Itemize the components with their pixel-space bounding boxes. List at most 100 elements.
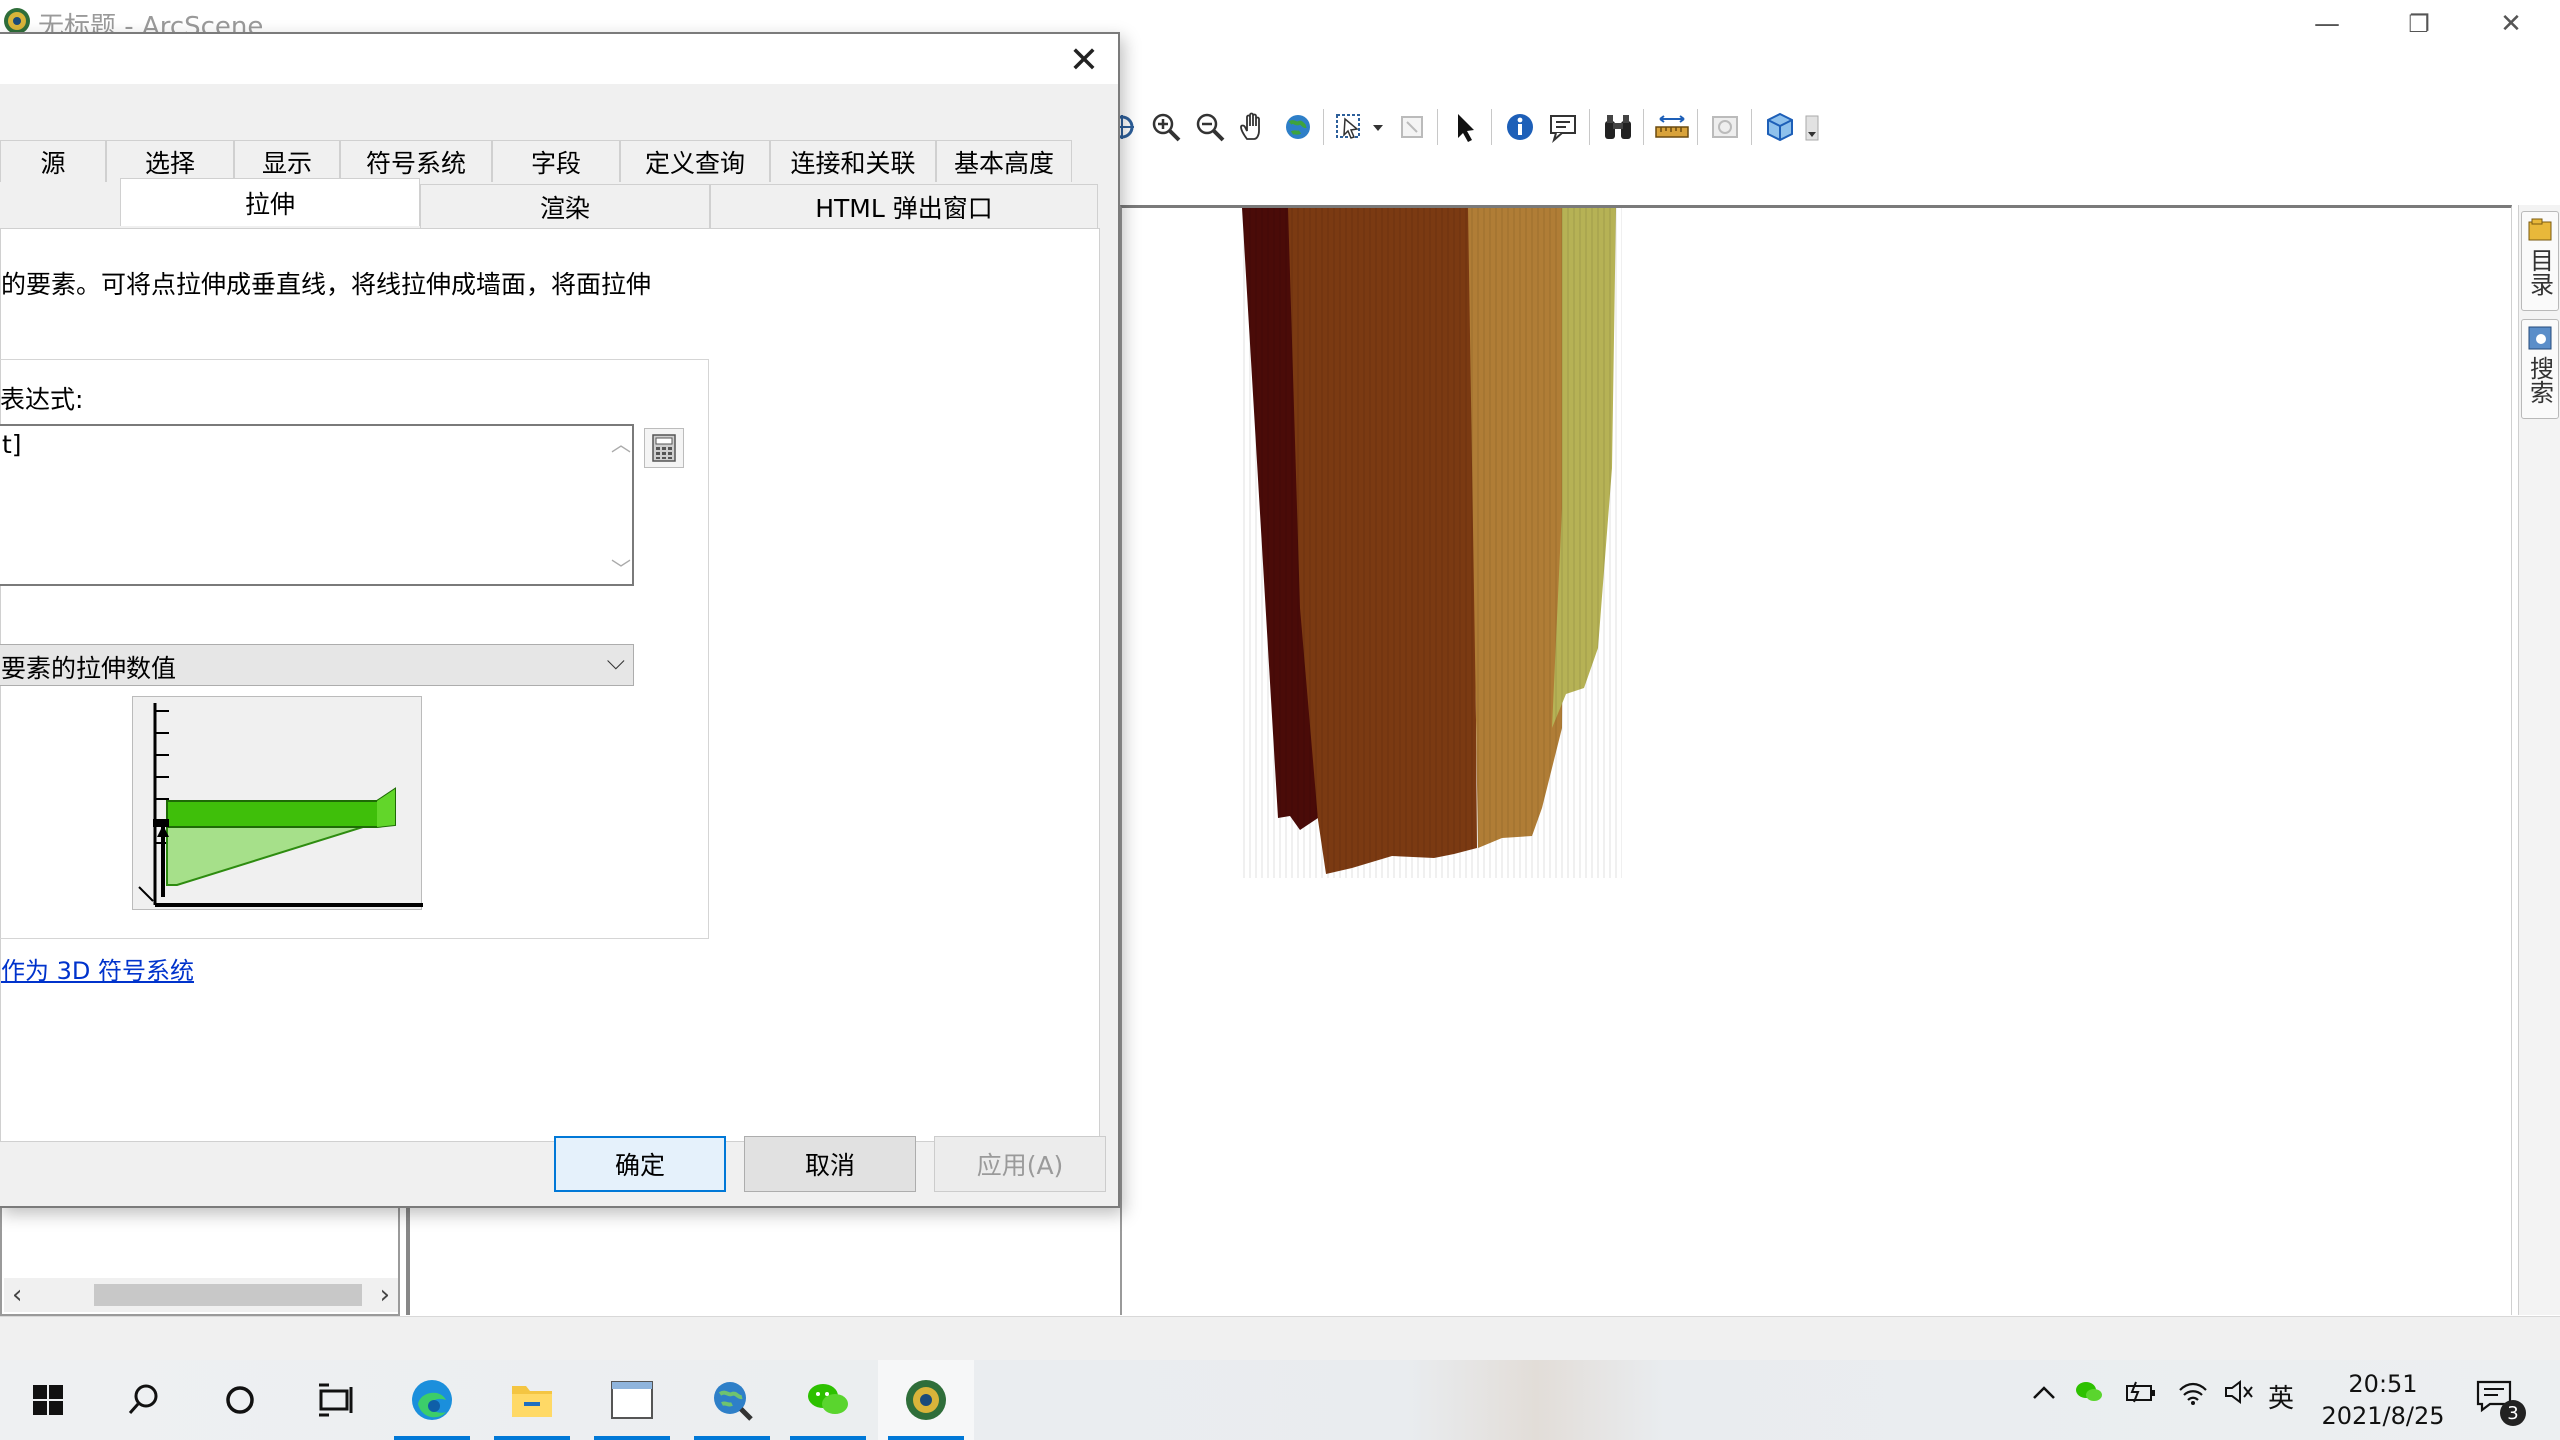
tab-primary-label: 选择: [144, 148, 195, 178]
3d-view-cube-icon[interactable]: [1758, 105, 1802, 149]
action-center-button[interactable]: 3: [2474, 1378, 2526, 1426]
tab-extrusion[interactable]: 拉伸: [120, 178, 420, 226]
scroll-up-icon[interactable]: ︿: [611, 428, 631, 457]
tab-primary-label: 符号系统: [365, 148, 466, 178]
scroll-left-icon[interactable]: ‹: [12, 1280, 22, 1310]
scene-splitter[interactable]: [406, 1205, 410, 1315]
running-indicator: [394, 1436, 470, 1440]
taskbar-window-app[interactable]: [584, 1360, 680, 1440]
dialog-titlebar[interactable]: ✕: [0, 34, 1118, 84]
tab-primary-0[interactable]: 源: [0, 140, 106, 182]
search-dock-tab[interactable]: 搜索: [2521, 319, 2559, 419]
minimize-button[interactable]: —: [2292, 4, 2362, 44]
taskbar-clock[interactable]: 20:51 2021/8/25: [2318, 1368, 2448, 1432]
scroll-thumb[interactable]: [94, 1284, 362, 1306]
chevron-down-icon: ⌵: [606, 647, 625, 675]
tab-primary-7[interactable]: 基本高度: [936, 140, 1072, 182]
tab-html-popup[interactable]: HTML 弹出窗口: [710, 184, 1098, 230]
tab-primary-label: 定义查询: [644, 148, 745, 178]
cancel-button[interactable]: 取消: [744, 1136, 916, 1192]
apply-extrusion-select[interactable]: 要素的拉伸数值 ⌵: [0, 644, 634, 686]
main-toolbar: [1100, 102, 1822, 152]
clear-selection-icon[interactable]: [1390, 105, 1434, 149]
ime-language-indicator[interactable]: 英: [2268, 1378, 2294, 1415]
select-elements-arrow-icon[interactable]: [1444, 105, 1488, 149]
battery-icon[interactable]: [2124, 1378, 2158, 1413]
tab-primary-6[interactable]: 连接和关联: [770, 140, 936, 182]
task-view-button[interactable]: [288, 1360, 384, 1440]
tab-rendering[interactable]: 渲染: [420, 184, 710, 230]
toc-horizontal-scrollbar[interactable]: ‹ ›: [4, 1278, 398, 1312]
tab-primary-2[interactable]: 显示: [234, 140, 340, 182]
expression-text: t]: [2, 430, 22, 459]
cortana-button[interactable]: [192, 1360, 288, 1440]
zoom-in-icon[interactable]: [1144, 105, 1188, 149]
toolbar-separator: [1437, 109, 1441, 145]
toolbar-overflow-icon[interactable]: [1802, 105, 1822, 149]
pan-hand-icon[interactable]: [1232, 105, 1276, 149]
catalog-dock-tab[interactable]: 目录: [2521, 211, 2559, 311]
scroll-right-icon[interactable]: ›: [380, 1280, 390, 1310]
3d-symbology-link[interactable]: 作为 3D 符号系统: [1, 951, 194, 986]
close-window-button[interactable]: ✕: [2476, 4, 2546, 44]
expression-textbox[interactable]: t] ︿ ﹀: [0, 424, 634, 586]
tray-overflow-chevron-icon[interactable]: [2030, 1378, 2058, 1413]
extrusion-tab-content: 的要素。可将点拉伸成垂直线，将线拉伸成墙面，将面拉伸 表达式: t] ︿ ﹀ 要…: [0, 228, 1100, 1142]
tray-wechat-icon[interactable]: [2074, 1378, 2104, 1413]
select-features-icon[interactable]: [1330, 105, 1390, 149]
tab-primary-5[interactable]: 定义查询: [620, 140, 770, 182]
taskbar-arccatalog[interactable]: [684, 1360, 780, 1440]
expression-scrollbar[interactable]: ︿ ﹀: [608, 426, 632, 584]
start-button[interactable]: [0, 1360, 96, 1440]
edge-browser-icon: [412, 1380, 452, 1420]
table-of-contents-panel[interactable]: ‹ ›: [0, 1200, 400, 1316]
tab-primary-label: 连接和关联: [790, 148, 916, 178]
find-binoculars-icon[interactable]: [1596, 105, 1640, 149]
search-icon: [2528, 326, 2552, 350]
identify-info-icon[interactable]: [1498, 105, 1542, 149]
expression-builder-button[interactable]: [644, 428, 684, 468]
extrusion-preview-image: [132, 696, 423, 910]
taskbar-search-button[interactable]: [96, 1360, 192, 1440]
dialog-close-button[interactable]: ✕: [1064, 40, 1104, 81]
notification-count-badge: 3: [2500, 1400, 2526, 1426]
running-indicator: [494, 1436, 570, 1440]
extrusion-description: 的要素。可将点拉伸成垂直线，将线拉伸成墙面，将面拉伸: [1, 270, 652, 299]
extrusion-group-box: 表达式: t] ︿ ﹀ 要素的拉伸数值 ⌵: [0, 359, 709, 939]
globe-search-icon: [714, 1382, 753, 1421]
restore-button[interactable]: ❐: [2384, 4, 2454, 44]
tab-primary-3[interactable]: 符号系统: [340, 140, 492, 182]
taskbar: 英 20:51 2021/8/25 3: [0, 1360, 2560, 1440]
tab-primary-1[interactable]: 选择: [106, 140, 234, 182]
taskbar-file-explorer[interactable]: [484, 1360, 580, 1440]
scroll-down-icon[interactable]: ﹀: [611, 553, 631, 582]
toolbar-separator: [1323, 109, 1327, 145]
animation-disabled-icon[interactable]: [1704, 105, 1748, 149]
toolbar-separator: [1643, 109, 1647, 145]
measure-ruler-icon[interactable]: [1650, 105, 1694, 149]
search-dock-label: 搜索: [2525, 356, 2554, 404]
full-extent-globe-icon[interactable]: [1276, 105, 1320, 149]
html-popup-icon[interactable]: [1542, 105, 1586, 149]
apply-extrusion-value: 要素的拉伸数值: [1, 654, 177, 683]
taskbar-arcscene[interactable]: [878, 1360, 974, 1440]
tab-primary-label: 显示: [261, 148, 312, 178]
wifi-icon[interactable]: [2176, 1378, 2210, 1413]
arcscene-app-icon: [906, 1380, 946, 1420]
apply-button[interactable]: 应用(A): [934, 1136, 1106, 1192]
taskbar-edge[interactable]: [384, 1360, 480, 1440]
running-indicator: [594, 1436, 670, 1440]
ok-button[interactable]: 确定: [554, 1136, 726, 1192]
clock-time: 20:51: [2348, 1370, 2418, 1398]
wechat-icon: [808, 1384, 848, 1414]
zoom-out-icon[interactable]: [1188, 105, 1232, 149]
taskbar-wechat[interactable]: [780, 1360, 876, 1440]
toolbar-separator: [1491, 109, 1495, 145]
scene-view[interactable]: [1120, 205, 2512, 1315]
running-indicator: [790, 1436, 866, 1440]
tab-primary-4[interactable]: 字段: [492, 140, 620, 182]
layer-properties-dialog: ✕ 源 选择 显示 符号系统 字段 定义查询 连接和关联 基本高度 拉伸 渲染 HTML 弹出…: [0, 32, 1120, 1208]
volume-muted-icon[interactable]: [2222, 1378, 2256, 1413]
windows-logo-icon: [33, 1385, 63, 1415]
extrusion-diagram-icon: [138, 703, 423, 907]
